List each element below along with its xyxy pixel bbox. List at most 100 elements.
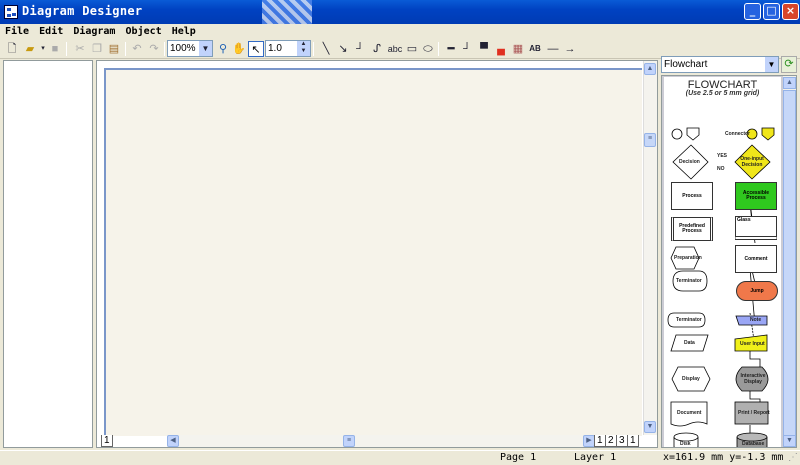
scroll-down-icon[interactable]: ▼: [783, 435, 796, 447]
shape-preparation[interactable]: Preparation: [674, 255, 702, 261]
fill-pattern-icon[interactable]: ▦: [510, 41, 526, 57]
title-bar[interactable]: Diagram Designer _ □ ×: [0, 0, 800, 24]
fill-color-icon[interactable]: ▀: [476, 41, 492, 57]
resize-grip-icon[interactable]: ⋰: [788, 451, 798, 465]
status-layer: Layer 1: [574, 452, 617, 463]
page-tab[interactable]: 1: [101, 435, 113, 447]
menu-help[interactable]: Help: [170, 24, 198, 39]
scroll-thumb-horizontal[interactable]: ≡: [343, 435, 355, 447]
shape-disk[interactable]: Disk: [680, 441, 691, 447]
page-tab[interactable]: 1: [627, 435, 639, 447]
page-list-pane[interactable]: [3, 60, 93, 448]
minimize-button[interactable]: _: [744, 3, 761, 20]
text-tool[interactable]: abc: [385, 41, 405, 57]
titlebar-pattern: [262, 0, 312, 24]
line-style-icon[interactable]: ━: [443, 41, 459, 57]
diagram-page[interactable]: [104, 68, 642, 436]
line-width-input[interactable]: 1.0 ▲ ▼: [265, 40, 311, 57]
toolbar-separator: [164, 42, 165, 56]
shape-document[interactable]: Document: [677, 410, 701, 416]
line-color-icon[interactable]: ▄: [493, 41, 509, 57]
undo-icon[interactable]: ↶: [129, 41, 145, 57]
horizontal-scrollbar[interactable]: ◀ ≡ ▶: [167, 435, 595, 447]
toolbar-separator: [125, 42, 126, 56]
curve-tool-icon[interactable]: ᔑ: [369, 41, 385, 57]
shape-one-input-decision[interactable]: One-input Decision: [738, 156, 766, 168]
scroll-down-icon[interactable]: ▼: [644, 421, 656, 433]
scroll-up-icon[interactable]: ▲: [783, 77, 796, 89]
shape-print-report[interactable]: Print / Report: [738, 410, 770, 416]
shape-terminator-2[interactable]: Terminator: [676, 317, 702, 323]
arrow-line-tool-icon[interactable]: ↘: [335, 41, 351, 57]
menu-edit[interactable]: Edit: [37, 24, 65, 39]
vertical-scrollbar[interactable]: ▲ ≡ ▼: [643, 61, 657, 435]
menu-diagram[interactable]: Diagram: [71, 24, 117, 39]
redo-icon[interactable]: ↷: [146, 41, 162, 57]
close-button[interactable]: ×: [782, 3, 799, 20]
select-pointer-icon[interactable]: ↖: [248, 41, 264, 57]
shape-terminator[interactable]: Terminator: [676, 278, 702, 284]
toolbar-separator: [66, 42, 67, 56]
shape-note[interactable]: Note: [750, 317, 761, 323]
label-yes: YES: [717, 153, 728, 159]
palette-scrollbar[interactable]: ▲ ▼: [783, 76, 796, 447]
chevron-down-icon[interactable]: ▼: [199, 41, 212, 56]
shape-display[interactable]: Display: [682, 376, 700, 382]
shape-jump[interactable]: Jump: [736, 281, 778, 301]
shape-interactive-display[interactable]: Interactive Display: [739, 373, 767, 385]
cut-icon[interactable]: ✂: [72, 41, 88, 57]
shape-database[interactable]: Database: [742, 441, 764, 447]
connector-tool-icon[interactable]: ┘: [352, 41, 368, 57]
scroll-thumb[interactable]: [783, 90, 796, 442]
ellipse-tool-icon[interactable]: ⬭: [420, 41, 436, 57]
copy-icon[interactable]: ❐: [89, 41, 105, 57]
shape-palette-page: FLOWCHART (Use 2.5 or 5 mm grid) Connect…: [664, 77, 781, 447]
status-coordinates: x=161.9 mm y=-1.3 mm: [663, 452, 784, 463]
shape-user-input[interactable]: User Input: [740, 341, 765, 347]
scroll-left-icon[interactable]: ◀: [167, 435, 179, 447]
page-tab[interactable]: 3: [616, 435, 628, 447]
paste-icon[interactable]: ▤: [106, 41, 122, 57]
line-tool-icon[interactable]: ╲: [318, 41, 334, 57]
scroll-thumb[interactable]: ≡: [644, 133, 656, 147]
page-tab[interactable]: 1: [594, 435, 606, 447]
maximize-button[interactable]: □: [763, 3, 780, 20]
shape-decision[interactable]: Decision: [679, 159, 700, 165]
line-end-icon[interactable]: —: [545, 41, 561, 57]
shape-process[interactable]: Process: [671, 182, 713, 210]
shape-category-select[interactable]: Flowchart ▼: [661, 56, 779, 73]
shape-palette: FLOWCHART (Use 2.5 or 5 mm grid) Connect…: [661, 75, 797, 448]
zoom-select[interactable]: 100% ▼: [167, 40, 213, 57]
window-title: Diagram Designer: [22, 4, 143, 18]
arrow-head-icon[interactable]: →: [562, 41, 578, 57]
page-tab[interactable]: 2: [605, 435, 617, 447]
scroll-up-icon[interactable]: ▲: [644, 63, 656, 75]
save-icon[interactable]: ■: [47, 41, 63, 57]
shape-accessible-process[interactable]: Accessible Process: [735, 182, 777, 210]
rectangle-tool-icon[interactable]: ▭: [404, 41, 420, 57]
toolbar-separator: [313, 42, 314, 56]
shape-glass[interactable]: Glass: [735, 216, 777, 240]
load-library-icon[interactable]: ⟳: [781, 56, 797, 73]
zoom-icon[interactable]: ⚲: [215, 41, 231, 57]
toolbar-separator: [438, 42, 439, 56]
shape-category-value: Flowchart: [664, 59, 708, 70]
line-corner-icon[interactable]: ┘: [459, 41, 475, 57]
spinner-icon[interactable]: ▲ ▼: [297, 41, 310, 56]
shape-predefined-process[interactable]: Predefined Process: [671, 217, 713, 241]
diagram-canvas-frame: ▲ ≡ ▼ ◀ ≡ ▶ 1 1 2 3 1: [96, 60, 658, 448]
line-width-value: 1.0: [268, 43, 282, 54]
shape-comment[interactable]: Comment: [735, 245, 777, 273]
zoom-value: 100%: [170, 43, 196, 54]
menu-object[interactable]: Object: [124, 24, 164, 39]
text-style[interactable]: AB: [527, 41, 543, 57]
hand-pan-icon[interactable]: ✋: [231, 41, 247, 57]
new-file-icon[interactable]: 🗋: [4, 41, 20, 57]
shape-library-panel: Flowchart ▼ ⟳ FLOWCHART (Use 2.5 or 5 mm…: [661, 56, 797, 448]
chevron-down-icon[interactable]: ▼: [765, 57, 778, 72]
shape-data[interactable]: Data: [684, 340, 695, 346]
status-bar: Page 1 Layer 1 x=161.9 mm y=-1.3 mm ⋰: [0, 450, 800, 464]
label-no: NO: [717, 166, 725, 172]
menu-file[interactable]: File: [3, 24, 31, 39]
app-icon[interactable]: [4, 5, 18, 19]
